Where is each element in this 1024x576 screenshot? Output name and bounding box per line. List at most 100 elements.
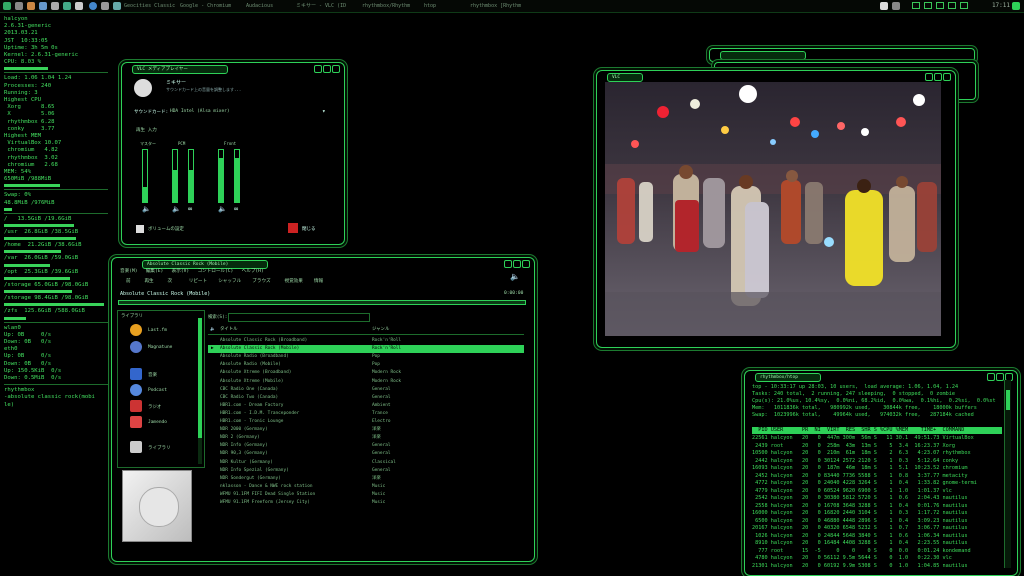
column-genre[interactable]: ジャンル [372, 326, 389, 334]
menu-view[interactable]: 表示(V) [172, 269, 190, 274]
launcher-icon[interactable] [113, 2, 121, 10]
applications-menu-icon[interactable] [3, 2, 11, 10]
station-row[interactable]: Absolute Radio (Broadband) Pop [208, 353, 524, 361]
tray-icon[interactable] [936, 2, 944, 9]
process-row[interactable]: 22561 halcyon 20 0 447m 300m 56m S 11 30… [752, 435, 1002, 443]
window-title[interactable]: VLC メディアプレイヤー [132, 65, 228, 74]
browse-button[interactable]: ブラウズ [252, 279, 270, 284]
process-row[interactable]: 16000 halcyon 20 0 16820 2440 3104 S 1 0… [752, 510, 1002, 518]
volume-icon[interactable]: 🔈 [510, 272, 520, 281]
seek-bar[interactable] [118, 300, 526, 305]
visual-effects-button[interactable]: 視覚効果 [284, 279, 302, 284]
minimize-button[interactable] [925, 73, 933, 81]
tray-icon[interactable] [912, 2, 920, 9]
process-row[interactable]: 4772 halcyon 20 0 24040 4228 3264 S 1 0.… [752, 480, 1002, 488]
link-icon[interactable]: ∞ [234, 205, 238, 213]
task-button[interactable]: Geocities Classic R [124, 1, 176, 11]
shuffle-button[interactable]: シャッフル [218, 279, 241, 284]
close-button[interactable] [522, 260, 530, 268]
sidebar-item-podcast[interactable]: Podcast [148, 388, 167, 393]
station-row[interactable]: NDR Kultur (Germany) Classical [208, 459, 524, 467]
process-row[interactable]: 4779 halcyon 20 0 60524 9620 6900 S 1 1.… [752, 488, 1002, 496]
task-button[interactable]: rhythmbox [Rhythm [470, 1, 528, 11]
process-row[interactable]: 2452 halcyon 20 0 83440 7736 5588 S 1 0.… [752, 473, 1002, 481]
process-row[interactable]: 2558 halcyon 20 0 16708 3648 3288 S 1 0.… [752, 503, 1002, 511]
menu-music[interactable]: 音楽(M) [120, 269, 138, 274]
task-button[interactable]: ミキサー - VLC (ID [296, 1, 356, 11]
launcher-icon[interactable] [101, 2, 109, 10]
process-row[interactable]: 1026 halcyon 20 0 24844 5648 3840 S 1 0.… [752, 533, 1002, 541]
volume-settings-button[interactable]: ボリュームの設定 [148, 226, 184, 232]
tray-icon[interactable] [948, 2, 956, 9]
station-row[interactable]: NDR 2000 (Germany) 洋楽 [208, 426, 524, 434]
repeat-button[interactable]: リピート [189, 279, 207, 284]
process-row[interactable]: 4780 halcyon 20 0 56112 9.5m 5644 S 0 1.… [752, 555, 1002, 563]
station-row[interactable]: NDR Sondergut (Germany) 洋楽 [208, 475, 524, 483]
launcher-icon[interactable] [51, 2, 59, 10]
menu-help[interactable]: ヘルプ(H) [242, 269, 264, 274]
sidebar-item-library[interactable]: ライブラリ [148, 445, 171, 451]
station-row[interactable]: HBR1.com - I.D.M. Tranceponder Trance [208, 410, 524, 418]
window-title[interactable]: rhythmbox/htop [755, 373, 821, 382]
process-row[interactable]: 10500 halcyon 20 0 210m 61m 18m S 2 6.3 … [752, 450, 1002, 458]
sidebar-item-music[interactable]: 音楽 [148, 372, 157, 378]
process-row[interactable]: 2442 halcyon 20 0 30124 2572 2120 S 1 0.… [752, 458, 1002, 466]
task-button[interactable]: htop [424, 1, 464, 11]
launcher-icon[interactable] [39, 2, 47, 10]
station-row[interactable]: WFMU 91.1FM Freeform (Jersey City) Music [208, 499, 524, 507]
info-button[interactable]: 情報 [314, 279, 323, 284]
station-row[interactable]: Absolute Classic Rock (Broadband) Rock'n'… [208, 337, 524, 345]
sidebar-scrollbar[interactable] [198, 318, 202, 464]
station-row[interactable]: Absolute Radio (Mobile) Pop [208, 361, 524, 369]
sidebar-item-magnatune[interactable]: Magnatune [148, 345, 172, 350]
minimize-button[interactable] [504, 260, 512, 268]
chevron-down-icon[interactable]: ▾ [322, 108, 326, 115]
station-row[interactable]: nklasson - Dance & NWE rock station Music [208, 483, 524, 491]
speaker-icon[interactable]: 🔈 [142, 205, 151, 213]
maximize-button[interactable] [323, 65, 331, 73]
front-left-slider[interactable] [218, 149, 224, 203]
tray-icon[interactable] [924, 2, 932, 9]
speaker-icon[interactable]: 🔈 [218, 205, 227, 213]
station-row[interactable]: NDR 2 (Germany) 洋楽 [208, 434, 524, 442]
column-title[interactable]: タイトル [220, 326, 238, 334]
pcm-left-slider[interactable] [172, 149, 178, 203]
station-row[interactable]: Absolute Classic Rock (Mobile) Rock'n'Rol… [208, 345, 524, 354]
minimize-button[interactable] [987, 373, 995, 381]
station-row[interactable]: WFMU 91.1FM FIFI Dead Single Station Musi… [208, 491, 524, 499]
previous-button[interactable]: 前 [126, 279, 131, 284]
process-row[interactable]: 2439 root 20 0 258m 43m 13m S 5 3.4 16:2… [752, 443, 1002, 451]
play-button[interactable]: 再生 [144, 279, 153, 284]
task-button[interactable]: Google - Chromium [180, 1, 242, 11]
station-row[interactable]: HBR1.com - Dream Factory Ambient [208, 402, 524, 410]
close-button[interactable] [943, 73, 951, 81]
minimize-button[interactable] [314, 65, 322, 73]
sidebar-item-radio[interactable]: ラジオ [148, 404, 161, 410]
task-button[interactable]: rhythmbox/Rhythm [362, 1, 418, 11]
master-slider[interactable] [142, 149, 148, 203]
pcm-right-slider[interactable] [188, 149, 194, 203]
maximize-button[interactable] [996, 373, 1004, 381]
station-row[interactable]: NDR Info Spezial (Germany) General [208, 467, 524, 475]
link-icon[interactable]: ∞ [188, 205, 192, 213]
station-row[interactable]: HBR1.com - Tronic Lounge Electro [208, 418, 524, 426]
volume-icon[interactable] [960, 2, 968, 9]
process-row[interactable]: 2542 halcyon 20 0 30380 5812 5720 S 1 0.… [752, 495, 1002, 503]
station-row[interactable]: CBC Radio Two (Canada) General [208, 394, 524, 402]
station-row[interactable]: NDR 90,3 (Germany) General [208, 450, 524, 458]
process-row[interactable]: 777 root 15 -5 0 0 0 S 0 0.0 0:01.24 kon… [752, 548, 1002, 556]
run-icon[interactable] [1012, 2, 1020, 10]
station-row[interactable]: NDR Info (Germany) General [208, 442, 524, 450]
process-row[interactable]: 20167 halcyon 20 0 40320 6548 5232 S 1 0… [752, 525, 1002, 533]
window-title[interactable]: VLC [607, 73, 643, 82]
process-row[interactable]: 16093 halcyon 20 0 187m 46m 18m S 1 5.1 … [752, 465, 1002, 473]
next-button[interactable]: 次 [168, 279, 173, 284]
settings-icon[interactable] [136, 225, 144, 233]
station-row[interactable]: CBC Radio One (Canada) General [208, 386, 524, 394]
speaker-icon[interactable]: 🔈 [172, 205, 181, 213]
launcher-icon[interactable] [27, 2, 35, 10]
launcher-icon[interactable] [75, 2, 83, 10]
places-icon[interactable] [15, 2, 23, 10]
launcher-icon[interactable] [63, 2, 71, 10]
task-button[interactable]: Audacious [246, 1, 290, 11]
